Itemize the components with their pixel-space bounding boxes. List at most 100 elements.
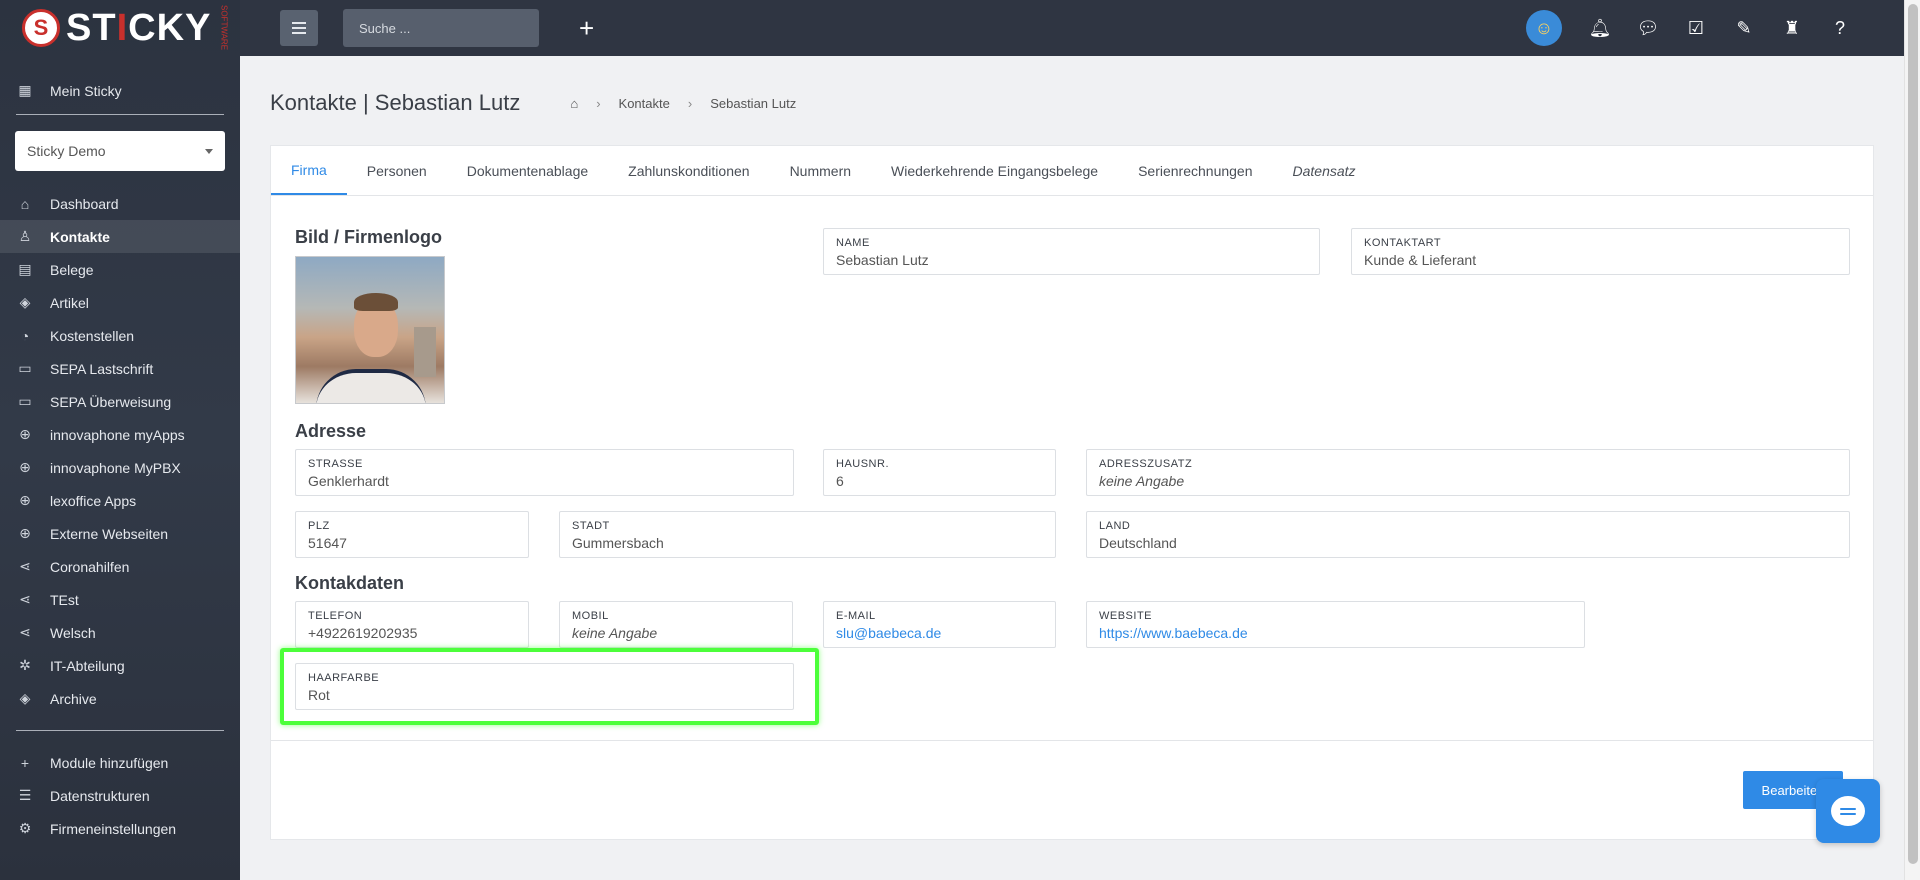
- field-value: 6: [836, 473, 844, 489]
- card-icon: ▭: [18, 360, 32, 376]
- field-label: NAME: [836, 237, 870, 249]
- sidebar-item-label: innovaphone myApps: [50, 426, 185, 443]
- building-icon: ▦: [18, 82, 32, 98]
- globe-icon: ⊕: [19, 459, 31, 475]
- scrollbar[interactable]: [1904, 0, 1920, 880]
- field-label: PLZ: [308, 520, 330, 532]
- brand-logo[interactable]: S STICKY SOFTWARE: [0, 0, 240, 56]
- bell-icon[interactable]: 🔔︎: [1586, 14, 1614, 42]
- sidebar-item-lexoffice-apps[interactable]: ⊕ lexoffice Apps: [0, 484, 240, 517]
- database-icon: ☰: [18, 787, 32, 803]
- card-icon: ▭: [18, 393, 32, 409]
- company-select[interactable]: Sticky Demo: [15, 131, 225, 171]
- chat-icon[interactable]: 💬︎: [1634, 14, 1662, 42]
- company-select-value: Sticky Demo: [27, 143, 106, 159]
- tab-wiederkehrende-eingangsbelege[interactable]: Wiederkehrende Eingangsbelege: [871, 146, 1118, 195]
- field-adresszusatz[interactable]: ADRESSZUSATZ keine Angabe: [1086, 449, 1850, 496]
- sidebar-item-it-abteilung[interactable]: ✲ IT-Abteilung: [0, 649, 240, 682]
- sidebar-item-belege[interactable]: ▤ Belege: [0, 253, 240, 286]
- field-label: LAND: [1099, 520, 1131, 532]
- box-icon: ◈: [19, 294, 31, 310]
- tab-nummern[interactable]: Nummern: [770, 146, 871, 195]
- help-icon[interactable]: ?: [1826, 14, 1854, 42]
- add-button[interactable]: +: [579, 13, 594, 44]
- sidebar-item-label: innovaphone MyPBX: [50, 459, 181, 476]
- sidebar-item-firmeneinstellungen[interactable]: ⚙ Firmeneinstellungen: [0, 812, 240, 845]
- tab-serienrechnungen[interactable]: Serienrechnungen: [1118, 146, 1272, 195]
- sidebar-item-innovaphone-myapps[interactable]: ⊕ innovaphone myApps: [0, 418, 240, 451]
- sidebar-item-label: Datenstrukturen: [50, 787, 150, 804]
- sidebar-item-coronahilfen[interactable]: ⋖ Coronahilfen: [0, 550, 240, 583]
- home-icon: ⌂: [20, 195, 30, 212]
- field-kontaktart[interactable]: KONTAKTART Kunde & Lieferant: [1351, 228, 1850, 275]
- field-email[interactable]: E-MAIL slu@baebeca.de: [823, 601, 1056, 648]
- tab-firma[interactable]: Firma: [271, 146, 347, 195]
- field-haarfarbe[interactable]: HAARFARBE Rot: [295, 663, 794, 710]
- chat-widget-button[interactable]: [1816, 779, 1880, 843]
- field-strasse[interactable]: STRASSE Genklerhardt: [295, 449, 794, 496]
- email-link[interactable]: slu@baebeca.de: [836, 625, 1043, 641]
- sidebar-item-mein-sticky[interactable]: ▦ Mein Sticky: [0, 74, 240, 107]
- sidebar-item-artikel[interactable]: ◈ Artikel: [0, 286, 240, 319]
- field-land[interactable]: LAND Deutschland: [1086, 511, 1850, 558]
- scrollbar-thumb[interactable]: [1908, 4, 1918, 864]
- globe-icon: ⊕: [19, 525, 31, 541]
- field-name[interactable]: NAME Sebastian Lutz: [823, 228, 1320, 275]
- company-logo-image[interactable]: [295, 256, 445, 404]
- sidebar-item-kontakte[interactable]: ♙ Kontakte: [0, 220, 240, 253]
- sidebar-item-innovaphone-mypbx[interactable]: ⊕ innovaphone MyPBX: [0, 451, 240, 484]
- sidebar-item-test[interactable]: ⋖ TEst: [0, 583, 240, 616]
- brand-name: STICKY: [66, 6, 212, 49]
- tab-dokumentenablage[interactable]: Dokumentenablage: [447, 146, 608, 195]
- field-label: MOBIL: [572, 610, 609, 622]
- field-value: Deutschland: [1099, 535, 1177, 551]
- share-icon: ⋖: [19, 624, 31, 640]
- tab-zahlunskonditionen[interactable]: Zahlunskonditionen: [608, 146, 769, 195]
- topbar: Suche ... + ☺ 🔔︎ 💬︎ ☑ ✎ ♜ ?: [240, 0, 1904, 56]
- field-mobil[interactable]: MOBIL keine Angabe: [559, 601, 793, 648]
- field-label: WEBSITE: [1099, 610, 1153, 622]
- sidebar-item-welsch[interactable]: ⋖ Welsch: [0, 616, 240, 649]
- sidebar-item-externe-webseiten[interactable]: ⊕ Externe Webseiten: [0, 517, 240, 550]
- field-telefon[interactable]: TELEFON +4922619202935: [295, 601, 529, 648]
- sidebar-item-label: Coronahilfen: [50, 558, 130, 575]
- website-link[interactable]: https://www.baebeca.de: [1099, 625, 1572, 641]
- breadcrumb-item-kontakte[interactable]: Kontakte: [619, 96, 670, 111]
- checkbox-icon[interactable]: ☑: [1682, 14, 1710, 42]
- sidebar-item-label: Kontakte: [50, 228, 110, 245]
- field-plz[interactable]: PLZ 51647: [295, 511, 529, 558]
- field-label: STRASSE: [308, 458, 363, 470]
- sidebar-item-label: Welsch: [50, 624, 96, 641]
- sidebar-item-module-hinzufuegen[interactable]: + Module hinzufügen: [0, 746, 240, 779]
- sidebar-item-label: Firmeneinstellungen: [50, 820, 177, 837]
- sidebar-item-kostenstellen[interactable]: ◔ Kostenstellen: [0, 319, 240, 352]
- field-label: TELEFON: [308, 610, 363, 622]
- home-icon[interactable]: ⌂: [570, 96, 578, 111]
- field-value: Sebastian Lutz: [836, 252, 929, 268]
- sidebar-item-label: Kostenstellen: [50, 327, 135, 344]
- tab-bar: Firma Personen Dokumentenablage Zahlunsk…: [271, 146, 1873, 196]
- plus-icon: +: [20, 754, 30, 771]
- sidebar-item-datenstrukturen[interactable]: ☰ Datenstrukturen: [0, 779, 240, 812]
- field-value: keine Angabe: [1099, 473, 1185, 489]
- field-stadt[interactable]: STADT Gummersbach: [559, 511, 1056, 558]
- user-avatar[interactable]: ☺: [1526, 10, 1562, 46]
- sidebar-item-archive[interactable]: ◈ Archive: [0, 682, 240, 715]
- share-icon: ⋖: [19, 591, 31, 607]
- field-website[interactable]: WEBSITE https://www.baebeca.de: [1086, 601, 1585, 648]
- photo-shirt: [316, 369, 426, 403]
- search-input[interactable]: Suche ...: [343, 9, 539, 47]
- sidebar-item-sepa-lastschrift[interactable]: ▭ SEPA Lastschrift: [0, 352, 240, 385]
- sidebar-item-label: Externe Webseiten: [50, 525, 169, 542]
- field-hausnr[interactable]: HAUSNR. 6: [823, 449, 1056, 496]
- field-value: keine Angabe: [572, 625, 658, 641]
- sidebar-item-label: Dashboard: [50, 195, 119, 212]
- sidebar-item-sepa-ueberweisung[interactable]: ▭ SEPA Überweisung: [0, 385, 240, 418]
- stamp-icon[interactable]: ♜: [1778, 14, 1806, 42]
- tab-personen[interactable]: Personen: [347, 146, 447, 195]
- pencil-icon[interactable]: ✎: [1730, 14, 1758, 42]
- tab-datensatz[interactable]: Datensatz: [1273, 146, 1376, 195]
- sidebar-item-dashboard[interactable]: ⌂ Dashboard: [0, 187, 240, 220]
- menu-toggle-button[interactable]: [280, 10, 318, 46]
- chevron-right-icon: ›: [687, 95, 693, 111]
